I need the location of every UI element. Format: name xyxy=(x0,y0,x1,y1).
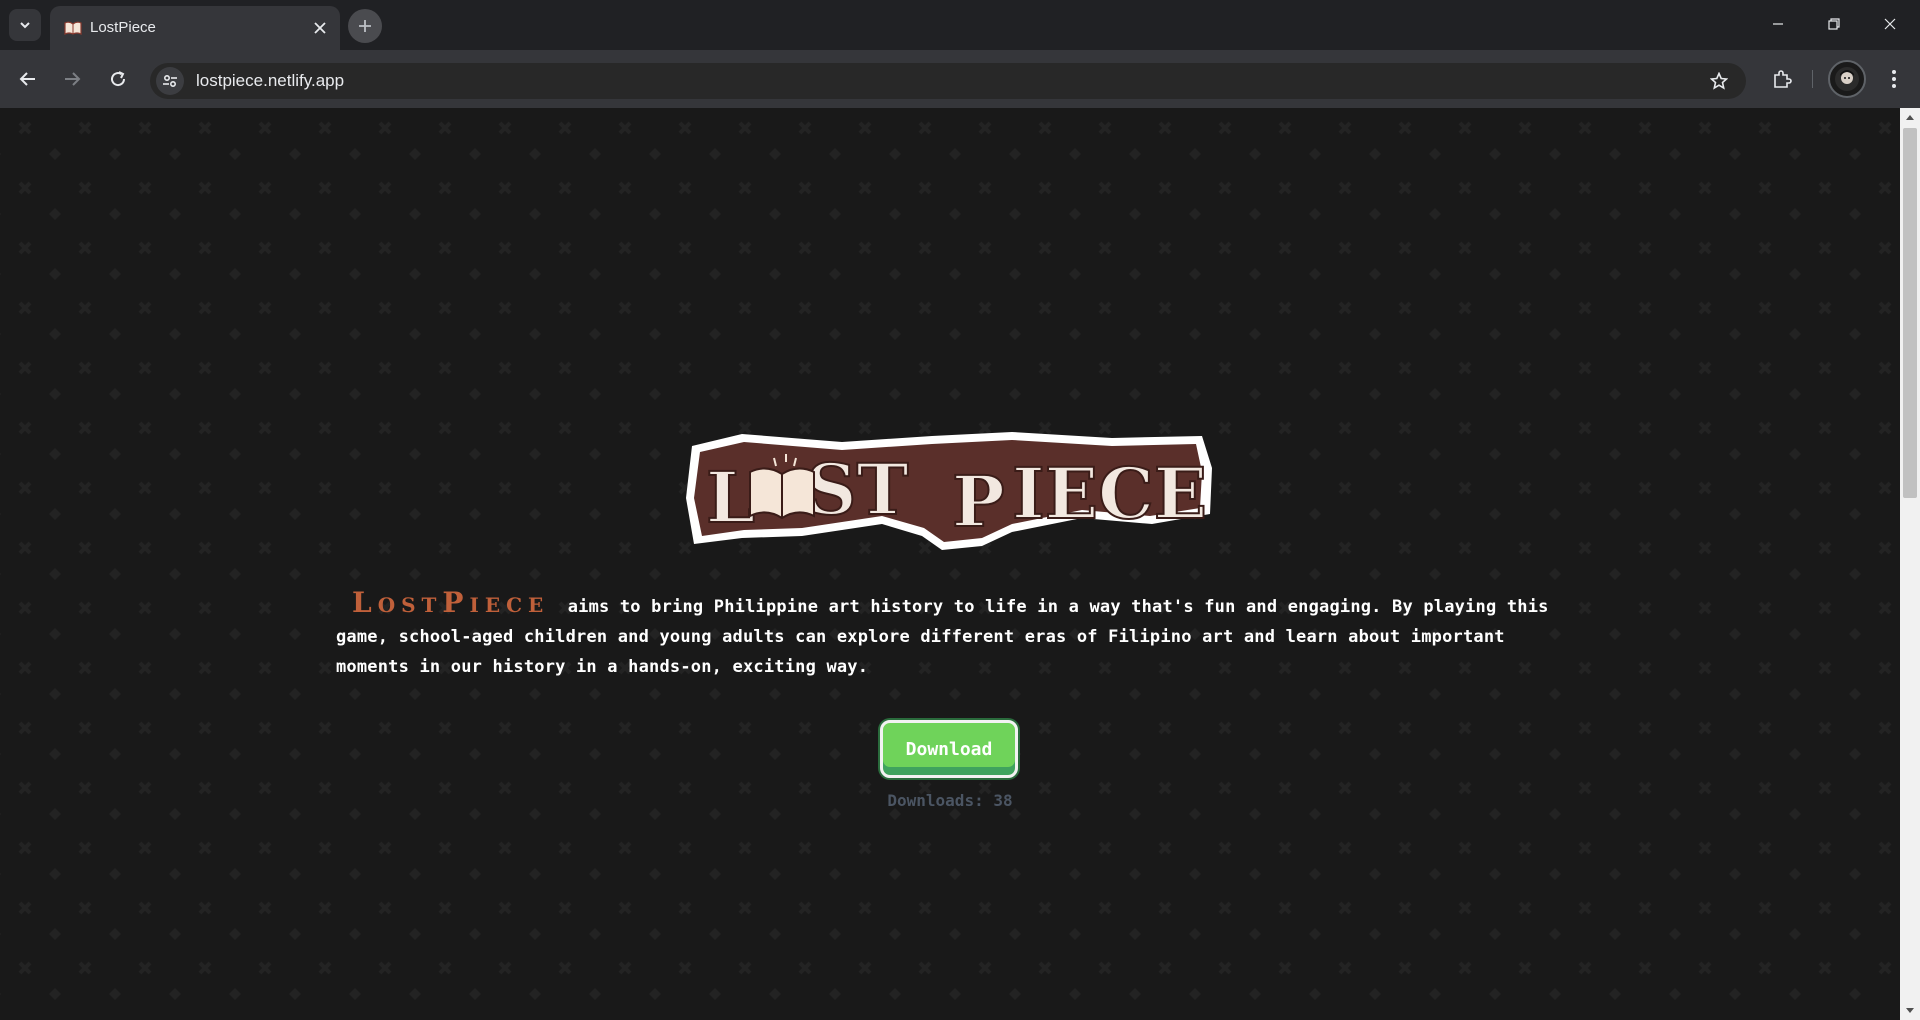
arrow-up-icon xyxy=(1906,115,1914,120)
background-pattern xyxy=(0,108,1900,1020)
minimize-icon xyxy=(1773,23,1783,25)
url-text[interactable]: lostpiece.netlify.app xyxy=(196,71,344,91)
download-button[interactable]: Download xyxy=(880,720,1018,778)
minimize-button[interactable] xyxy=(1756,8,1800,40)
forward-arrow-icon xyxy=(65,72,81,86)
address-bar[interactable]: lostpiece.netlify.app xyxy=(150,63,1746,99)
site-info-button[interactable] xyxy=(156,67,184,95)
downloads-count: Downloads: 38 xyxy=(887,791,1013,810)
restore-button[interactable] xyxy=(1812,8,1856,40)
book-favicon-icon xyxy=(64,21,82,35)
extensions-button[interactable] xyxy=(1766,63,1798,95)
window-close-button[interactable] xyxy=(1868,8,1912,40)
reload-icon xyxy=(111,71,126,87)
toolbar-divider xyxy=(1812,70,1813,88)
scroll-thumb[interactable] xyxy=(1903,128,1917,498)
more-menu-button[interactable] xyxy=(1878,63,1910,95)
back-arrow-icon xyxy=(19,72,35,86)
page-scrollbar[interactable] xyxy=(1900,108,1920,1020)
avatar-icon xyxy=(1835,67,1859,91)
star-icon xyxy=(1710,72,1728,90)
logo-letter-p: P xyxy=(952,460,1005,543)
tab-search-button[interactable] xyxy=(9,9,41,41)
back-button[interactable] xyxy=(12,63,44,95)
new-tab-button[interactable] xyxy=(348,9,382,43)
active-tab[interactable]: LostPiece xyxy=(50,6,340,50)
puzzle-icon xyxy=(1774,70,1792,88)
page-viewport: L ST P IECE LostPiece aims to bring Phil… xyxy=(0,108,1900,1020)
scroll-down-button[interactable] xyxy=(1900,1002,1920,1020)
close-icon xyxy=(314,22,326,34)
more-vert-icon xyxy=(1892,70,1896,88)
intro-paragraph: LostPiece aims to bring Philippine art h… xyxy=(336,588,1564,682)
restore-icon xyxy=(1828,18,1840,30)
scroll-up-button[interactable] xyxy=(1900,108,1920,126)
tab-close-button[interactable] xyxy=(310,18,330,38)
browser-toolbar: lostpiece.netlify.app xyxy=(0,50,1920,108)
plus-icon xyxy=(359,20,371,32)
window-close-icon xyxy=(1884,18,1896,30)
logo-letters-iece: IECE xyxy=(1012,452,1207,535)
tab-title: LostPiece xyxy=(90,19,156,36)
reload-button[interactable] xyxy=(102,63,134,95)
tab-strip: LostPiece xyxy=(0,0,1920,50)
chevron-down-icon xyxy=(20,22,30,29)
tune-icon xyxy=(163,74,177,88)
bookmark-button[interactable] xyxy=(1706,68,1732,94)
logo-letter-l: L xyxy=(706,456,755,539)
forward-button[interactable] xyxy=(56,63,88,95)
profile-avatar[interactable] xyxy=(1828,60,1866,98)
lost-piece-logo: L ST P IECE xyxy=(686,432,1212,550)
arrow-down-icon xyxy=(1906,1008,1914,1013)
logo-letters-st: ST xyxy=(806,448,909,531)
brand-name: LostPiece xyxy=(352,586,550,619)
